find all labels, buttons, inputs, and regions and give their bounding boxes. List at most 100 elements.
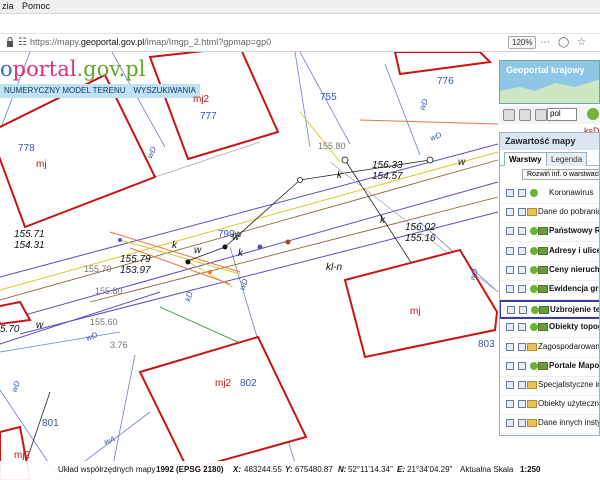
layer-row[interactable]: Ceny nieruchomości <box>500 262 599 281</box>
layer-checkbox[interactable] <box>518 285 526 293</box>
layer-name: Dane do pobrania <box>538 207 600 217</box>
url-text[interactable]: https://mapy.geoportal.gov.pl/imap/Imgp_… <box>30 37 271 47</box>
manhole-symbol: k <box>380 215 385 226</box>
layer-row[interactable]: Adresy i ulice <box>500 243 599 262</box>
table-icon[interactable] <box>503 109 515 121</box>
layer-checkbox[interactable] <box>518 227 526 236</box>
browser-tabstrip <box>0 14 600 34</box>
layer-status-icon <box>531 306 539 315</box>
menu-item-view[interactable]: zia <box>2 1 14 11</box>
scale-value: 1:250 <box>520 465 541 474</box>
e-label: E: <box>397 465 405 474</box>
expand-toggle-icon[interactable] <box>506 189 514 197</box>
manhole-symbol: k <box>238 248 243 259</box>
map-contents-panel: Zawartość mapy Warstwy Legenda Rozwiń in… <box>499 132 600 436</box>
geoportal-logo[interactable]: oportal.gov.pl <box>0 57 145 81</box>
layer-status-icon <box>530 285 538 293</box>
coord-system-label: Układ współrzędnych mapy <box>58 465 156 474</box>
parcel-number: 777 <box>200 111 217 122</box>
parcel-number: 778 <box>18 143 35 154</box>
layer-checkbox[interactable] <box>519 306 527 315</box>
language-select[interactable]: pol <box>547 108 577 121</box>
layer-checkbox[interactable] <box>518 208 526 217</box>
bookmark-star-icon[interactable]: ☆ <box>577 37 586 48</box>
overview-minimap[interactable]: Geoportal krajowy <box>499 60 600 104</box>
layer-name: Specjalistyczne informacje <box>538 380 599 389</box>
building-label: mj <box>410 306 421 317</box>
height-value: 156.02 <box>405 222 436 233</box>
y-value: 675480.87 <box>295 465 333 474</box>
layer-checkbox[interactable] <box>518 342 526 351</box>
y-label: Y: <box>285 465 293 474</box>
expand-toggle-icon[interactable] <box>506 361 514 370</box>
tab-legend[interactable]: Legenda <box>546 152 588 166</box>
layer-group-icon <box>538 361 548 370</box>
zoom-level[interactable]: 120% <box>508 36 537 49</box>
tab-layers[interactable]: Warstwy <box>504 152 547 166</box>
menu-dem[interactable]: NUMERYCZNY MODEL TERENU <box>0 84 130 98</box>
address-bar[interactable]: ☷ https://mapy.geoportal.gov.pl/imap/Img… <box>0 34 600 52</box>
layer-checkbox[interactable] <box>518 419 526 428</box>
page-info-icon[interactable]: ☷ <box>18 37 27 48</box>
expand-toggle-icon[interactable] <box>506 227 514 236</box>
height-value: 154.31 <box>14 240 45 251</box>
minimap-title: Geoportal krajowy <box>506 65 585 75</box>
spot-height: 155.80 <box>95 286 123 296</box>
layer-checkbox[interactable] <box>518 189 526 197</box>
save-icon[interactable] <box>519 109 531 121</box>
expand-toggle-icon[interactable] <box>506 419 514 428</box>
layer-status-icon <box>530 246 538 255</box>
panel-tabs: Warstwy Legenda <box>500 151 599 166</box>
spot-height: 155.70 <box>84 264 112 274</box>
expand-toggle-icon[interactable] <box>506 381 514 389</box>
layer-row[interactable]: Koronawirus <box>500 185 599 204</box>
layer-row[interactable]: Obiekty topograficzne <box>500 319 599 339</box>
layer-row[interactable]: Obiekty użyteczności <box>500 396 599 416</box>
layer-row[interactable]: Portale Mapowe <box>500 358 599 377</box>
more-icon[interactable]: ⋯ <box>540 37 550 48</box>
x-label: X: <box>233 465 241 474</box>
expand-toggle-icon[interactable] <box>506 208 514 217</box>
expand-toggle-icon[interactable] <box>506 265 514 274</box>
hydrant-symbol: w <box>194 245 202 256</box>
map-toolbar: pol <box>499 106 600 124</box>
layer-row[interactable]: Dane innych instytucji <box>500 415 599 435</box>
layer-checkbox[interactable] <box>518 381 526 389</box>
layer-status-icon <box>530 189 538 197</box>
pocket-icon[interactable]: ◯ <box>558 37 569 48</box>
layer-name: Ewidencja gruntów <box>549 284 599 293</box>
layer-row[interactable]: Zagospodarowanie <box>500 339 599 358</box>
layer-row[interactable]: Uzbrojenie terenu <box>500 300 599 320</box>
layer-checkbox[interactable] <box>518 246 526 255</box>
menu-search[interactable]: WYSZUKIWANIA <box>130 84 200 98</box>
buildings <box>0 52 499 480</box>
layer-status-icon <box>530 361 538 370</box>
expand-toggle-icon[interactable] <box>506 246 514 255</box>
expand-toggle-icon[interactable] <box>507 306 515 315</box>
site-menu: NUMERYCZNY MODEL TERENU WYSZUKIWANIA <box>0 84 200 98</box>
layer-row[interactable]: Państwowy Rejestr <box>500 223 599 243</box>
expand-toggle-icon[interactable] <box>506 342 514 351</box>
n-label: N: <box>338 465 347 474</box>
layer-checkbox[interactable] <box>518 323 526 332</box>
menu-item-help[interactable]: Pomoc <box>22 1 50 11</box>
expand-layers-button[interactable]: Rozwiń inf. o warstwach <box>522 169 599 180</box>
layer-checkbox[interactable] <box>518 361 526 370</box>
expand-toggle-icon[interactable] <box>506 285 514 293</box>
layer-row[interactable]: Ewidencja gruntów <box>500 281 599 300</box>
parcel-number: 755 <box>320 92 337 103</box>
layer-row[interactable]: Dane do pobrania <box>500 204 600 224</box>
layer-status-icon <box>530 265 538 274</box>
layer-row[interactable]: Rzeźba terenu <box>500 435 599 436</box>
layer-checkbox[interactable] <box>518 265 526 274</box>
layer-checkbox[interactable] <box>518 400 526 409</box>
help-icon[interactable] <box>587 108 599 120</box>
print-icon[interactable] <box>535 109 547 121</box>
layer-status-icon <box>530 227 538 236</box>
coordinate-bar: Układ współrzędnych mapy 1992 (EPSG 2180… <box>0 461 600 480</box>
expand-toggle-icon[interactable] <box>506 323 514 332</box>
hydrant-symbol: w <box>36 320 44 331</box>
expand-toggle-icon[interactable] <box>506 400 514 409</box>
layer-row[interactable]: Specjalistyczne informacje <box>500 377 599 396</box>
layer-group-icon <box>538 246 548 255</box>
